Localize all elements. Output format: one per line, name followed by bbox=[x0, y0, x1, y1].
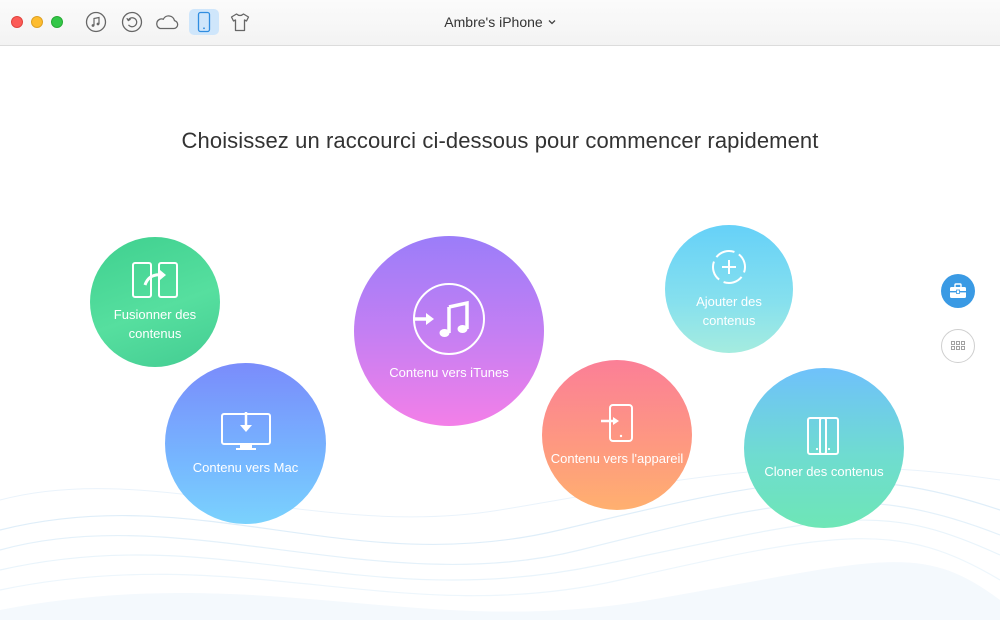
toolbar-cloud-button[interactable] bbox=[152, 9, 182, 35]
device-selector[interactable]: Ambre's iPhone bbox=[444, 14, 556, 30]
add-contents-label: Ajouter des contenus bbox=[688, 292, 770, 330]
merge-icon bbox=[132, 262, 178, 298]
window-minimize-button[interactable] bbox=[31, 16, 43, 28]
window-maximize-button[interactable] bbox=[51, 16, 63, 28]
merge-label-line2: contenus bbox=[128, 326, 182, 341]
window-close-button[interactable] bbox=[11, 16, 23, 28]
toolbox-button[interactable] bbox=[941, 274, 975, 308]
content-to-itunes-label: Contenu vers iTunes bbox=[389, 364, 509, 380]
merge-contents-button[interactable]: Fusionner des contenus bbox=[90, 237, 220, 367]
content-to-mac-label: Contenu vers Mac bbox=[192, 460, 299, 475]
content-to-itunes-button[interactable]: Contenu vers iTunes bbox=[354, 236, 544, 426]
toolbox-icon bbox=[950, 283, 966, 298]
add-circle-icon bbox=[712, 250, 746, 284]
iphone-icon bbox=[197, 11, 211, 33]
merge-contents-label: Fusionner des contenus bbox=[106, 305, 204, 343]
clone-devices-icon bbox=[807, 416, 839, 455]
add-contents-button[interactable]: Ajouter des contenus bbox=[665, 225, 793, 353]
music-note-icon bbox=[85, 11, 107, 33]
merge-label-line1: Fusionner des bbox=[113, 307, 197, 322]
history-icon bbox=[121, 11, 143, 33]
clone-contents-label: Cloner des contenus bbox=[764, 463, 884, 479]
phone-import-icon bbox=[601, 403, 633, 442]
chevron-down-icon bbox=[548, 20, 556, 25]
toolbar-music-button[interactable] bbox=[81, 9, 111, 35]
content-to-mac-button[interactable]: Contenu vers Mac bbox=[165, 363, 326, 524]
itunes-icon bbox=[413, 282, 485, 355]
page-headline: Choisissez un raccourci ci-dessous pour … bbox=[181, 128, 819, 153]
device-selector-wrap: Ambre's iPhone bbox=[0, 14, 1000, 30]
toolbar-device-button[interactable] bbox=[189, 9, 219, 35]
grid-icon bbox=[951, 341, 965, 350]
clone-contents-button[interactable]: Cloner des contenus bbox=[744, 368, 904, 528]
apps-grid-button[interactable] bbox=[941, 329, 975, 363]
monitor-download-icon bbox=[220, 412, 271, 450]
tshirt-icon bbox=[230, 13, 250, 32]
title-bar: Ambre's iPhone bbox=[0, 0, 1000, 46]
toolbar-history-button[interactable] bbox=[117, 9, 147, 35]
content-to-device-label: Contenu vers l'appareil bbox=[550, 450, 684, 466]
toolbar-skin-button[interactable] bbox=[225, 9, 255, 35]
device-name-label: Ambre's iPhone bbox=[444, 14, 543, 30]
cloud-icon bbox=[156, 15, 179, 30]
add-label-line1: Ajouter des bbox=[696, 294, 762, 309]
content-to-device-button[interactable]: Contenu vers l'appareil bbox=[542, 360, 692, 510]
add-label-line2: contenus bbox=[702, 313, 756, 328]
